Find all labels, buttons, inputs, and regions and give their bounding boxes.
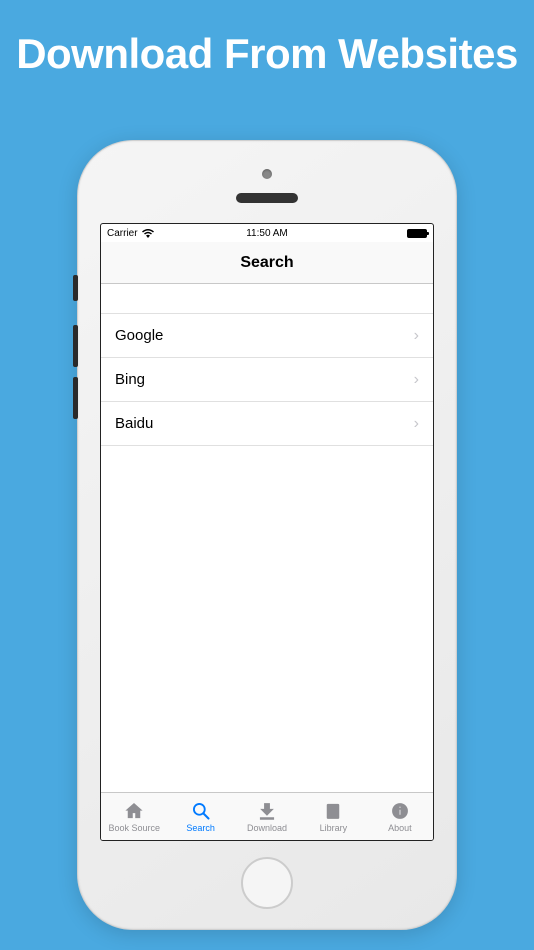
tab-label: About — [388, 823, 412, 833]
tab-search[interactable]: Search — [167, 793, 233, 840]
tab-download[interactable]: Download — [234, 793, 300, 840]
search-icon — [189, 800, 213, 822]
battery-icon — [407, 229, 427, 238]
chevron-right-icon: › — [414, 415, 419, 433]
tab-label: Download — [247, 823, 287, 833]
wifi-icon — [142, 229, 154, 238]
carrier-label: Carrier — [107, 228, 138, 239]
volume-down-button — [73, 377, 78, 419]
tab-library[interactable]: Library — [300, 793, 366, 840]
download-icon — [255, 800, 279, 822]
tab-bar: Book Source Search Download Library — [101, 792, 433, 840]
list-item-bing[interactable]: Bing › — [101, 358, 433, 402]
chevron-right-icon: › — [414, 327, 419, 345]
list-item-label: Bing — [115, 371, 145, 388]
chevron-right-icon: › — [414, 371, 419, 389]
promo-title: Download From Websites — [0, 0, 534, 78]
screen: Carrier 11:50 AM Search Google › Bing › … — [100, 223, 434, 841]
phone-speaker — [236, 193, 298, 203]
tab-about[interactable]: About — [367, 793, 433, 840]
library-icon — [321, 800, 345, 822]
list-item-google[interactable]: Google › — [101, 314, 433, 358]
tab-label: Book Source — [108, 823, 160, 833]
page-title: Search — [240, 254, 293, 272]
status-bar: Carrier 11:50 AM — [101, 224, 433, 242]
section-gap — [101, 284, 433, 314]
nav-header: Search — [101, 242, 433, 284]
volume-up-button — [73, 325, 78, 367]
tab-label: Search — [186, 823, 215, 833]
phone-frame: Carrier 11:50 AM Search Google › Bing › … — [77, 140, 457, 930]
list-item-label: Baidu — [115, 415, 153, 432]
status-time: 11:50 AM — [246, 228, 288, 239]
info-icon — [388, 800, 412, 822]
tab-book-source[interactable]: Book Source — [101, 793, 167, 840]
list-item-baidu[interactable]: Baidu › — [101, 402, 433, 446]
content-area: Google › Bing › Baidu › — [101, 284, 433, 792]
home-button[interactable] — [241, 857, 293, 909]
home-icon — [122, 800, 146, 822]
list-item-label: Google — [115, 327, 163, 344]
mute-switch — [73, 275, 78, 301]
tab-label: Library — [320, 823, 348, 833]
